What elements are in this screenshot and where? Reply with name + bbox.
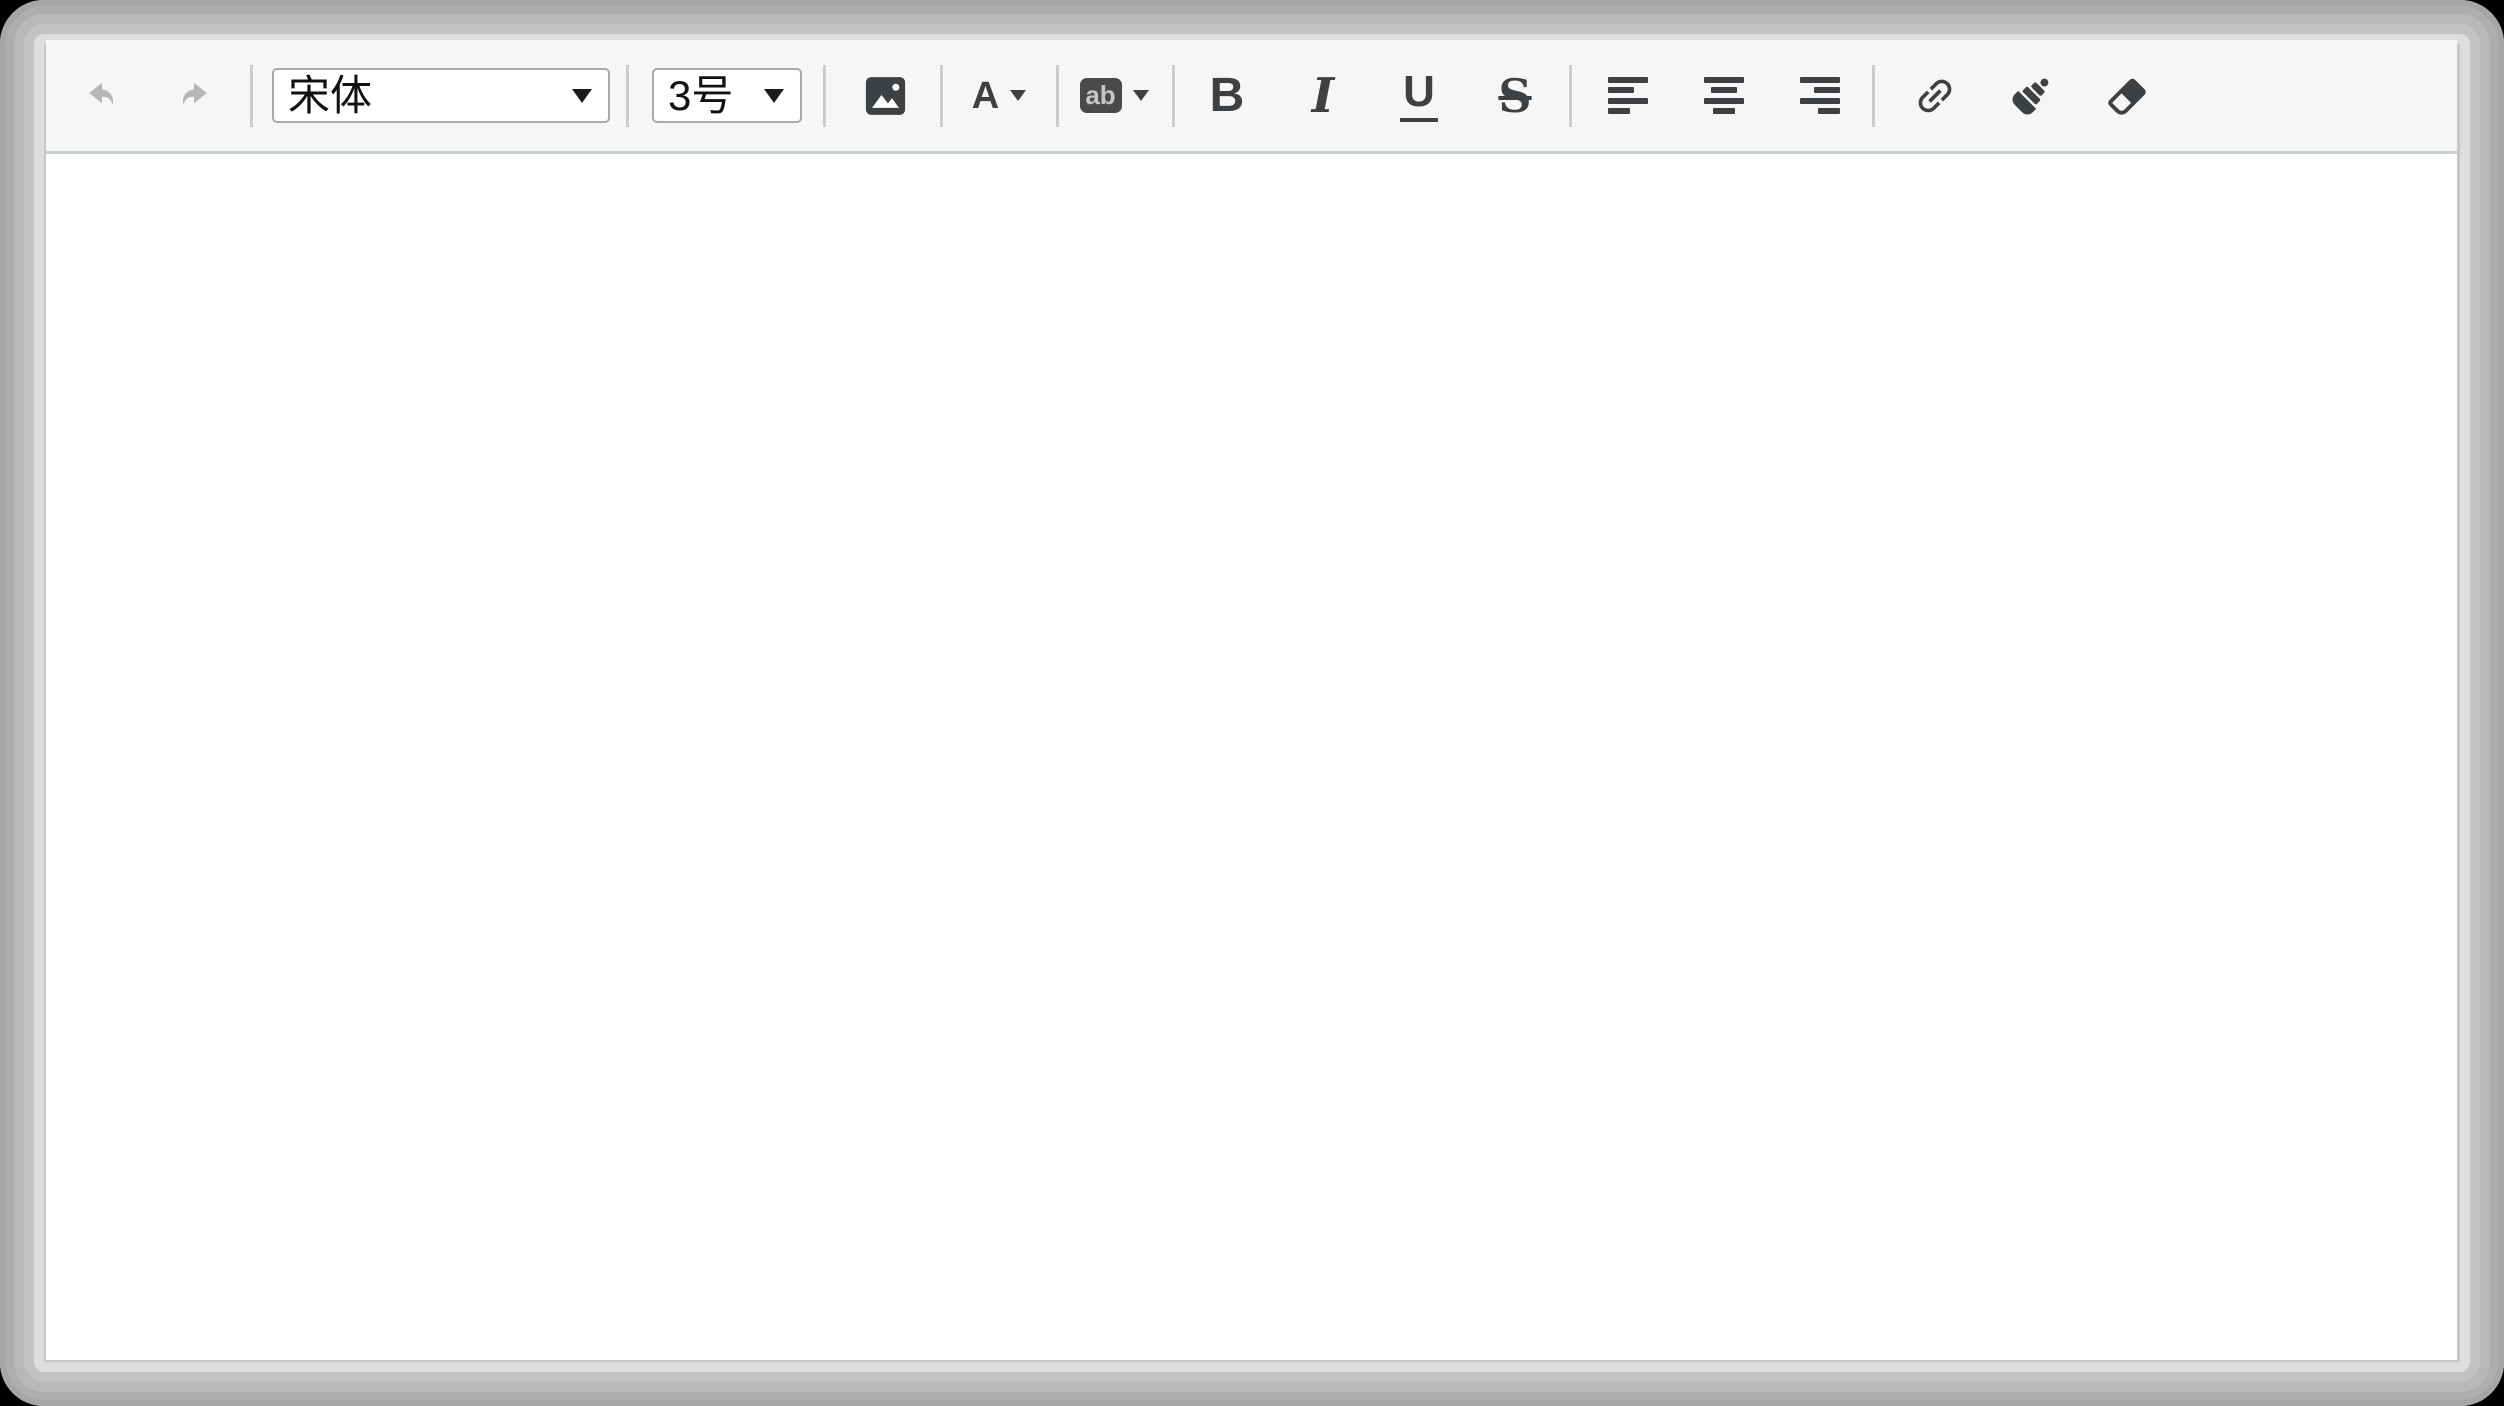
format-brush-icon: [2006, 71, 2056, 121]
strikethrough-button[interactable]: S: [1467, 43, 1563, 149]
font-family-select[interactable]: 宋体: [272, 68, 610, 123]
font-size-value: 3号: [654, 75, 733, 117]
align-center-icon: [1704, 77, 1744, 114]
strikethrough-icon: S: [1498, 73, 1531, 119]
caret-down-icon: [572, 89, 592, 103]
format-brush-button[interactable]: [1983, 43, 2079, 149]
font-family-value: 宋体: [274, 75, 372, 117]
font-size-select[interactable]: 3号: [652, 68, 802, 123]
toolbar-divider: [1172, 65, 1175, 127]
toolbar-divider: [250, 65, 253, 127]
bold-button[interactable]: B: [1179, 43, 1275, 149]
toolbar-divider: [1056, 65, 1059, 127]
italic-icon: I: [1312, 72, 1334, 120]
font-color-label: A: [972, 77, 999, 115]
undo-icon: [81, 76, 123, 116]
underline-button[interactable]: U: [1371, 43, 1467, 149]
italic-button[interactable]: I: [1275, 43, 1371, 149]
toolbar-divider: [626, 65, 629, 127]
bold-icon: B: [1210, 72, 1245, 120]
toolbar-divider: [940, 65, 943, 127]
rich-text-editor: 宋体 3号 A: [46, 40, 2457, 1360]
highlight-color-button[interactable]: ab: [1066, 43, 1162, 149]
toolbar-divider: [1569, 65, 1572, 127]
caret-down-icon: [764, 89, 784, 103]
eraser-icon: [2104, 73, 2150, 119]
align-right-button[interactable]: [1772, 43, 1868, 149]
highlight-badge-icon: ab: [1080, 78, 1122, 113]
toolbar-divider: [1872, 65, 1875, 127]
underline-icon: U: [1400, 70, 1438, 122]
image-icon: [863, 75, 908, 117]
font-color-button[interactable]: A: [951, 43, 1047, 149]
redo-button[interactable]: [148, 43, 240, 149]
caret-down-icon: [1010, 90, 1026, 101]
insert-image-button[interactable]: [837, 43, 933, 149]
align-left-icon: [1608, 77, 1648, 114]
editor-toolbar: 宋体 3号 A: [46, 40, 2457, 154]
undo-button[interactable]: [56, 43, 148, 149]
align-left-button[interactable]: [1580, 43, 1676, 149]
eraser-button[interactable]: [2079, 43, 2175, 149]
caret-down-icon: [1133, 90, 1149, 101]
editor-content-area[interactable]: [46, 154, 2457, 1357]
align-center-button[interactable]: [1676, 43, 1772, 149]
link-icon: [1902, 63, 1967, 128]
window-frame: 宋体 3号 A: [0, 0, 2504, 1406]
align-right-icon: [1800, 77, 1840, 114]
toolbar-divider: [823, 65, 826, 127]
insert-link-button[interactable]: [1887, 43, 1983, 149]
redo-icon: [173, 76, 215, 116]
